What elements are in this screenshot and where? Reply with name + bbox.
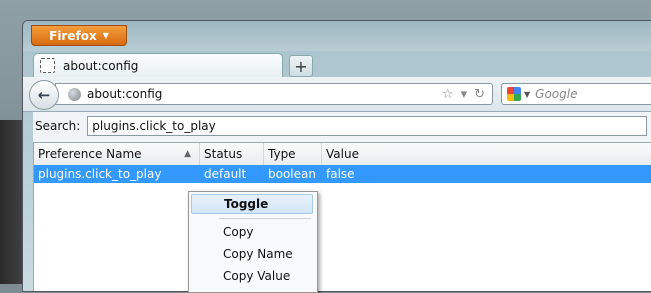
firefox-window: Firefox ▼ about:config + about:config ☆ … — [22, 20, 651, 292]
history-dropdown-icon[interactable]: ▾ — [461, 87, 468, 102]
cell-type: boolean — [268, 167, 316, 181]
context-menu: Toggle Copy Copy Name Copy Value — [188, 191, 318, 293]
sort-ascending-icon: ▲ — [184, 149, 191, 159]
chevron-down-icon: ▼ — [102, 31, 109, 40]
config-search-input[interactable]: plugins.click_to_play — [87, 116, 648, 136]
back-arrow-icon: ← — [37, 86, 51, 104]
reload-icon[interactable]: ↻ — [474, 87, 485, 102]
page-icon — [40, 58, 55, 73]
new-tab-button[interactable]: + — [289, 55, 313, 77]
bookmark-star-icon[interactable]: ☆ — [442, 87, 454, 102]
url-text: about:config — [87, 87, 163, 101]
table-row[interactable]: plugins.click_to_play default boolean fa… — [34, 165, 651, 183]
firefox-button-label: Firefox — [49, 28, 97, 43]
tab-strip: about:config + — [23, 51, 651, 77]
plus-icon: + — [294, 56, 308, 76]
search-label: Search: — [35, 119, 81, 133]
config-search-row: Search: plugins.click_to_play — [33, 112, 651, 140]
menu-item-copy-name[interactable]: Copy Name — [191, 244, 313, 264]
tab-title: about:config — [63, 58, 139, 73]
column-status[interactable]: Status — [200, 143, 264, 165]
navigation-toolbar: about:config ☆ ▾ ↻ ← ▼ Google — [23, 77, 651, 112]
about-config-page: Search: plugins.click_to_play Preference… — [33, 112, 651, 291]
column-type[interactable]: Type — [264, 143, 322, 165]
globe-icon — [68, 87, 81, 101]
preferences-table: Preference Name ▲ Status Type Value plug… — [33, 142, 651, 291]
url-bar[interactable]: about:config ☆ ▾ ↻ — [55, 83, 493, 105]
menu-item-copy[interactable]: Copy — [191, 222, 313, 242]
firefox-menu-button[interactable]: Firefox ▼ — [31, 25, 127, 46]
search-placeholder: Google — [535, 87, 578, 101]
search-engine-dropdown-icon[interactable]: ▼ — [524, 90, 530, 99]
back-button[interactable]: ← — [29, 80, 59, 110]
cell-preference-name: plugins.click_to_play — [38, 167, 162, 181]
title-bar: Firefox ▼ — [23, 21, 651, 51]
column-preference-name[interactable]: Preference Name ▲ — [34, 143, 200, 165]
search-box[interactable]: ▼ Google — [501, 83, 651, 105]
menu-separator — [219, 218, 311, 219]
menu-item-toggle[interactable]: Toggle — [191, 194, 313, 214]
table-header: Preference Name ▲ Status Type Value — [34, 143, 651, 166]
cell-value: false — [326, 167, 355, 181]
tab-about-config[interactable]: about:config — [33, 53, 283, 77]
config-search-value: plugins.click_to_play — [92, 119, 216, 133]
menu-item-copy-value[interactable]: Copy Value — [191, 266, 313, 286]
cell-status: default — [204, 167, 247, 181]
column-value[interactable]: Value — [322, 143, 642, 165]
google-icon[interactable] — [507, 87, 521, 101]
